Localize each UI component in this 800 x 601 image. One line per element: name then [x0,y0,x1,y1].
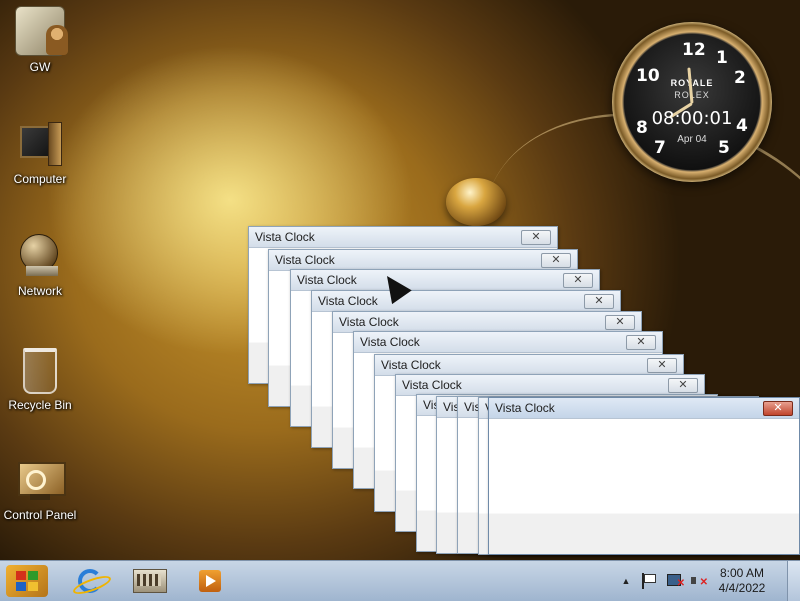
vista-clock-window-active[interactable]: Vista Clock ✕ [488,397,800,555]
volume-muted-icon[interactable] [690,573,708,591]
taskbar-pin-internet-explorer[interactable] [70,565,110,597]
window-title: Vista Clock [339,315,399,329]
close-button[interactable]: ✕ [668,378,698,393]
close-button[interactable]: ✕ [521,230,551,245]
desktop-icon-recycle-bin[interactable]: Recycle Bin [0,344,80,412]
windows-logo-icon [6,565,48,597]
desktop-icon-label: Network [17,284,62,298]
window-titlebar[interactable]: Vista Clock ✕ [312,291,620,312]
desktop-icon-label: Recycle Bin [8,398,72,412]
close-button[interactable]: ✕ [763,401,793,416]
clock-date: Apr 04 [677,134,707,145]
close-button[interactable]: ✕ [647,358,677,373]
window-titlebar[interactable]: Vista Clock ✕ [489,398,799,419]
clock-numeral: 12 [682,40,706,60]
window-client-area [489,419,799,554]
window-titlebar[interactable]: Vista Clock ✕ [249,227,557,248]
close-button[interactable]: ✕ [541,253,571,268]
desktop-icon-label: Control Panel [3,508,77,522]
clock-numeral: 1 [716,48,728,68]
media-player-icon [199,570,221,592]
tray-time: 8:00 AM [719,566,765,580]
ie-icon [78,569,102,593]
window-titlebar[interactable]: Vista Clock ✕ [269,250,577,271]
folder-icon [133,569,167,593]
window-title: Vista Clock [360,335,420,349]
gw-app-icon [15,6,68,56]
system-tray: ▲ 8:00 AM 4/4/2022 [600,561,800,601]
desktop-icon-gw[interactable]: GW [0,6,80,74]
control-panel-icon [16,456,66,504]
desktop-icon-network[interactable]: Network [0,232,80,298]
close-button[interactable]: ✕ [584,294,614,309]
desktop-icon-control-panel[interactable]: Control Panel [0,456,80,522]
close-button[interactable]: ✕ [626,335,656,350]
desktop-icon-computer[interactable]: Computer [0,120,80,186]
clock-digital-time: 08:00:01 [651,108,733,129]
window-title: Vista Clock [495,401,555,415]
window-titlebar[interactable]: Vista Clock ✕ [354,332,662,353]
computer-icon [16,120,64,168]
network-icon [16,232,64,280]
window-title: Vista Clock [402,378,462,392]
window-title: Vista Clock [297,273,357,287]
show-desktop-button[interactable] [787,561,800,601]
window-titlebar[interactable]: Vista Clock ✕ [375,355,683,376]
close-button[interactable]: ✕ [563,273,593,288]
desktop-icon-label: Computer [13,172,67,186]
window-title: Vista Clock [275,253,335,267]
taskbar-pin-file-explorer[interactable] [130,565,170,597]
network-disconnected-icon[interactable] [666,573,685,592]
window-titlebar[interactable]: Vista Clock ✕ [333,312,641,333]
window-titlebar[interactable]: Vista Clock ✕ [291,270,599,291]
window-titlebar[interactable]: Vista Clock ✕ [396,375,704,396]
window-title: Vista Clock [318,294,378,308]
tray-clock[interactable]: 8:00 AM 4/4/2022 [712,566,772,596]
clock-face: 12 1 2 10 4 5 8 7 ROYALE ROLEX 08:00:01 … [624,34,760,170]
window-title: Vista Clock [255,230,315,244]
recycle-bin-icon [23,348,57,394]
desktop-icon-label: GW [29,60,51,74]
taskbar-pin-media-player[interactable] [190,565,230,597]
show-hidden-icons-button[interactable]: ▲ [618,573,634,589]
wallpaper-orb [446,178,506,226]
close-button[interactable]: ✕ [605,315,635,330]
taskbar: ▲ 8:00 AM 4/4/2022 [0,560,800,601]
tray-date: 4/4/2022 [718,581,766,595]
window-title: Vista Clock [381,358,441,372]
clock-gadget[interactable]: 12 1 2 10 4 5 8 7 ROYALE ROLEX 08:00:01 … [612,22,772,182]
action-center-flag-icon[interactable] [642,573,660,589]
start-button[interactable] [2,561,54,601]
